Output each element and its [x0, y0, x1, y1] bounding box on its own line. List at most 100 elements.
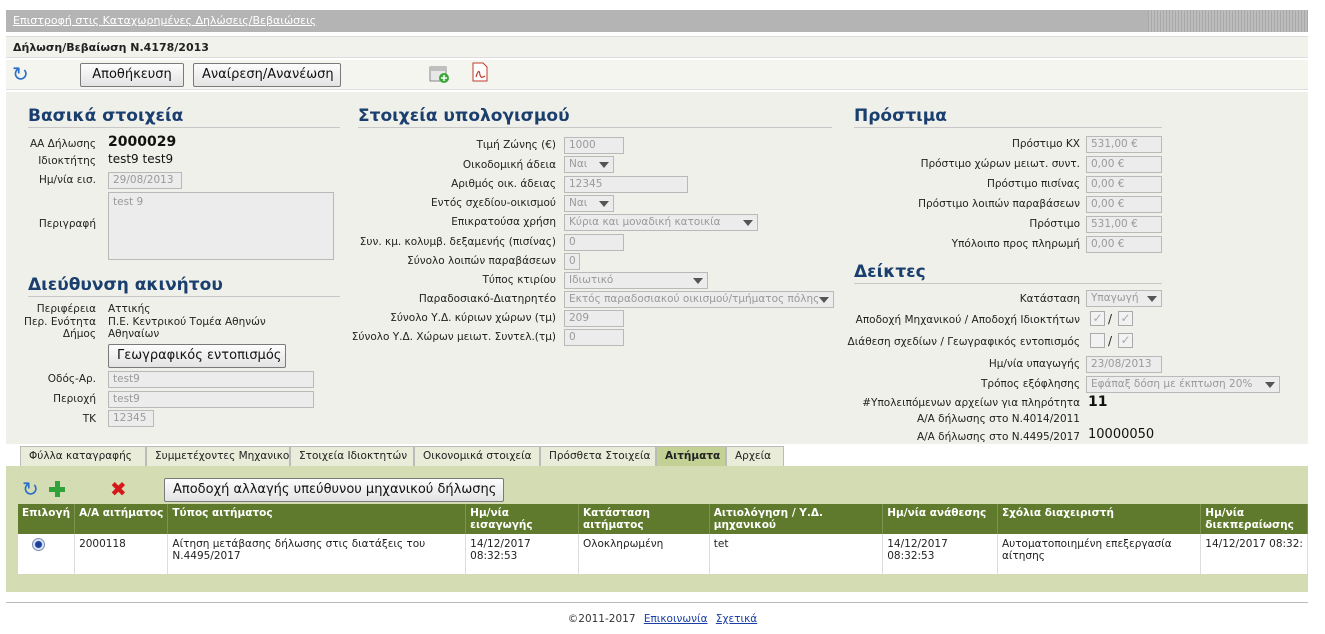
reduced-area-total-field[interactable]: 0	[564, 329, 624, 346]
submission-date-label: Ημ/νία υπαγωγής	[988, 358, 1080, 370]
col-comments[interactable]: Σχόλια διαχειριστή	[997, 504, 1202, 534]
col-entry-date[interactable]: Ημ/νία εισαγωγής	[465, 504, 579, 534]
calc-section-title: Στοιχεία υπολογισμού	[358, 106, 832, 128]
col-done-date[interactable]: Ημ/νία διεκπεραίωσης	[1200, 504, 1308, 534]
fine-pool-field[interactable]: 0,00 €	[1086, 176, 1162, 193]
prevailing-use-select[interactable]: Κύρια και μοναδική κατοικία	[564, 214, 758, 231]
fine-total-label: Πρόστιμο	[1029, 218, 1080, 230]
area-field[interactable]: test9	[108, 391, 314, 408]
remaining-files-label: #Υπολειπόμενων αρχείων για πληρότητα	[862, 397, 1080, 409]
about-link[interactable]: Σχετικά	[716, 613, 757, 625]
tab-engineers[interactable]: Συμμετέχοντες Μηχανικοί	[146, 446, 293, 466]
col-select[interactable]: Επιλογή	[18, 504, 76, 534]
fine-total-field[interactable]: 531,00 €	[1086, 216, 1162, 233]
owner-acceptance-checkbox[interactable]: ✓	[1118, 311, 1133, 326]
refresh-icon[interactable]: ↻	[12, 64, 29, 84]
geolocation-button[interactable]: Γεωγραφικός εντοπισμός	[108, 344, 286, 368]
row-radio[interactable]	[32, 538, 45, 551]
main-area-total-field[interactable]: 209	[564, 310, 624, 327]
regional-unit-label: Περ. Ενότητα	[23, 316, 96, 328]
chevron-down-icon	[599, 162, 609, 168]
page-title: Δήλωση/Βεβαίωση Ν.4178/2013	[13, 41, 209, 54]
slash-separator: /	[1108, 334, 1113, 348]
aa-value: 2000029	[108, 134, 177, 150]
export-icon[interactable]	[429, 64, 451, 84]
fine-reduced-field[interactable]: 0,00 €	[1086, 156, 1162, 173]
description-field[interactable]: test 9	[108, 192, 334, 260]
undo-refresh-button[interactable]: Αναίρεση/Ανανέωση	[193, 63, 341, 87]
submission-date-field[interactable]: 23/08/2013	[1086, 356, 1162, 373]
row-select-cell[interactable]	[18, 534, 76, 574]
slash-separator: /	[1108, 312, 1113, 326]
pool-volume-label: Συν. κμ. κολυμβ. δεξαμενής (πισίνας)	[359, 236, 556, 248]
aa-label: ΑΑ Δήλωσης	[29, 138, 96, 150]
postal-code-field[interactable]: 12345	[108, 410, 154, 427]
plans-geo-label: Διάθεση σχεδίων / Γεωγραφικός εντοπισμός	[847, 336, 1080, 348]
tab-files[interactable]: Αρχεία	[726, 446, 784, 466]
status-value: Υπαγωγή	[1091, 292, 1139, 304]
chevron-down-icon	[1265, 382, 1275, 388]
basic-section-title: Βασικά στοιχεία	[28, 106, 340, 128]
geolocation-checkbox[interactable]: ✓	[1118, 333, 1133, 348]
street-field[interactable]: test9	[108, 371, 314, 388]
tab-record-sheets[interactable]: Φύλλα καταγραφής	[20, 446, 146, 466]
traditional-listed-value: Εκτός παραδοσιακού οικισμού/τμήματος πόλ…	[569, 293, 820, 305]
delete-icon[interactable]: ✖	[110, 477, 127, 501]
payment-method-value: Εφάπαξ δόση με έκπτωση 20%	[1091, 378, 1253, 390]
other-violations-label: Σύνολο λοιπών παραβάσεων	[407, 255, 556, 267]
col-aa[interactable]: Α/Α αιτήματος	[74, 504, 169, 534]
municipality-label: Δήμος	[62, 328, 96, 340]
add-icon[interactable]	[48, 480, 66, 498]
contact-link[interactable]: Επικοινωνία	[644, 613, 708, 625]
fine-reduced-label: Πρόστιμο χώρων μειωτ. συντ.	[920, 158, 1080, 170]
row-comments: Αυτοματοποιημένη επεξεργασία αίτησης	[997, 534, 1202, 574]
col-assign-date[interactable]: Ημ/νία ανάθεσης	[882, 504, 998, 534]
building-permit-select[interactable]: Ναι	[564, 156, 614, 173]
permit-number-field[interactable]: 12345	[564, 176, 688, 193]
tab-financial[interactable]: Οικονομικά στοιχεία	[414, 446, 540, 466]
zone-price-label: Τιμή Ζώνης (€)	[476, 139, 556, 151]
tab-extra[interactable]: Πρόσθετα Στοιχεία	[540, 446, 656, 466]
within-plan-select[interactable]: Ναι	[564, 195, 614, 212]
requests-panel: ↻ Αποδοχή αλλαγής υπεύθυνου μηχανικού δή…	[6, 466, 1308, 592]
fines-section-title: Πρόστιμα	[854, 106, 1162, 128]
entry-date-label: Ημ/νία εισ.	[38, 174, 96, 186]
balance-due-field[interactable]: 0,00 €	[1086, 236, 1162, 253]
chevron-down-icon	[693, 278, 703, 284]
chevron-down-icon	[743, 220, 753, 226]
col-status[interactable]: Κατάσταση αιτήματος	[578, 504, 710, 534]
payment-method-select[interactable]: Εφάπαξ δόση με έκπτωση 20%	[1086, 376, 1280, 393]
area-label: Περιοχή	[53, 393, 96, 405]
building-type-select[interactable]: Ιδιωτικό	[564, 272, 708, 289]
back-link[interactable]: Επιστροφή στις Καταχωρημένες Δηλώσεις/Βε…	[13, 14, 316, 27]
permit-number-label: Αριθμός οικ. άδειας	[451, 178, 556, 190]
col-type[interactable]: Τύπος αιτήματος	[167, 504, 467, 534]
entry-date-field[interactable]: 29/08/2013	[108, 172, 182, 189]
status-label: Κατάσταση	[1019, 293, 1080, 305]
other-violations-field[interactable]: 0	[564, 253, 580, 270]
row-aa: 2000118	[74, 534, 169, 574]
building-type-label: Τύπος κτιρίου	[482, 274, 556, 286]
footer-divider	[6, 602, 1308, 603]
owner-label: Ιδιοκτήτης	[38, 155, 96, 167]
save-button[interactable]: Αποθήκευση	[80, 63, 184, 87]
tab-owners[interactable]: Στοιχεία Ιδιοκτητών	[290, 446, 414, 466]
fine-other-field[interactable]: 0,00 €	[1086, 196, 1162, 213]
plans-available-checkbox[interactable]	[1090, 333, 1105, 348]
refresh-icon[interactable]: ↻	[22, 479, 39, 499]
pdf-icon[interactable]	[472, 62, 488, 82]
zone-price-field[interactable]: 1000	[564, 137, 624, 154]
traditional-listed-select[interactable]: Εκτός παραδοσιακού οικισμού/τμήματος πόλ…	[564, 291, 834, 308]
top-bar-grip	[1148, 10, 1308, 32]
pool-volume-field[interactable]: 0	[564, 234, 624, 251]
accept-engineer-change-button[interactable]: Αποδοχή αλλαγής υπεύθυνου μηχανικού δήλω…	[164, 478, 504, 502]
table-row[interactable]: 2000118 Αίτηση μετάβασης δήλωσης στις δι…	[18, 534, 1308, 574]
tab-requests[interactable]: Αιτήματα	[656, 446, 726, 466]
traditional-listed-label: Παραδοσιακό-Διατηρητέο	[418, 293, 556, 305]
status-select[interactable]: Υπαγωγή	[1086, 290, 1162, 307]
fine-kx-field[interactable]: 531,00 €	[1086, 136, 1162, 153]
postal-code-label: ΤΚ	[82, 413, 96, 425]
row-status: Ολοκληρωμένη	[578, 534, 710, 574]
col-justification[interactable]: Αιτιολόγηση / Υ.Δ. μηχανικού	[709, 504, 884, 534]
engineer-acceptance-checkbox[interactable]: ✓	[1090, 311, 1105, 326]
